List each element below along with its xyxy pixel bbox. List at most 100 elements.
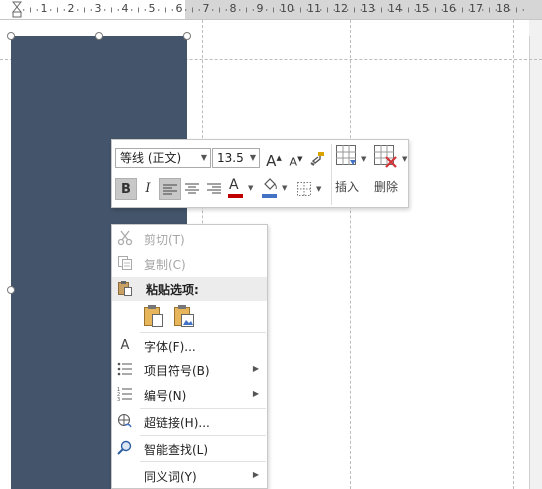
format-painter-button[interactable] [307, 147, 329, 169]
shrink-font-icon: A [289, 155, 298, 169]
ruler-number: 1 [40, 2, 48, 15]
ruler-number: 10 [280, 2, 294, 15]
resize-handle-left[interactable] [7, 286, 15, 294]
paste-picture-icon [174, 305, 194, 327]
borders-button[interactable]: ▼ [294, 178, 324, 200]
chevron-down-icon[interactable]: ▼ [250, 149, 256, 167]
ruler-number: 18 [496, 2, 510, 15]
highlight-color-button[interactable]: ▼ [260, 177, 290, 199]
resize-handle-top-left[interactable] [7, 32, 15, 40]
chevron-down-icon[interactable]: ▼ [282, 177, 287, 199]
menu-item-smart-lookup[interactable]: 智能查找(L) [112, 437, 267, 461]
ruler-number: 15 [415, 2, 429, 15]
ruler-number: 4 [121, 2, 129, 15]
vertical-guide[interactable] [513, 20, 514, 489]
menu-item-synonyms[interactable]: 同义词(Y) ▶ [112, 464, 267, 488]
menu-item-numbering-label: 编号(N) [144, 389, 187, 403]
paste-options-label: 粘贴选项: [146, 283, 199, 297]
clipboard-icon [116, 280, 134, 298]
indent-marker-icon[interactable] [12, 1, 22, 18]
scissors-icon [116, 230, 134, 248]
ruler-number: 5 [148, 2, 156, 15]
chevron-down-icon[interactable]: ▼ [248, 177, 253, 199]
menu-item-numbering[interactable]: 123 编号(N) ▶ [112, 383, 267, 407]
menu-item-font[interactable]: A 字体(F)... [112, 334, 267, 358]
menu-separator [140, 435, 266, 436]
align-right-icon [207, 183, 221, 194]
font-name-combo[interactable]: 等线 (正文) ▼ [115, 148, 211, 168]
font-color-icon: A [229, 177, 239, 193]
ruler-number: 2 [67, 2, 75, 15]
menu-item-copy[interactable]: 复制(C) [112, 252, 267, 276]
synonyms-icon [116, 467, 134, 485]
font-color-swatch [228, 194, 243, 198]
menu-item-cut[interactable]: 剪切(T) [112, 227, 267, 251]
menu-item-smart-lookup-label: 智能查找(L) [144, 443, 209, 457]
menu-item-cut-label: 剪切(T) [144, 233, 185, 247]
ruler-ticks [23, 7, 524, 13]
menu-separator [140, 461, 266, 462]
table-delete-icon [374, 145, 397, 168]
align-center-button[interactable] [181, 178, 203, 200]
chevron-down-icon[interactable]: ▼ [402, 148, 407, 170]
align-center-icon [185, 183, 199, 194]
menu-item-hyperlink-label: 超链接(H)... [144, 416, 210, 430]
align-right-button[interactable] [203, 178, 225, 200]
chevron-down-icon[interactable]: ▼ [316, 178, 321, 200]
font-name-value: 等线 (正文) [120, 151, 182, 165]
ruler-number: 9 [256, 2, 264, 15]
ruler-number: 13 [361, 2, 375, 15]
paste-keep-formatting-button[interactable] [142, 304, 166, 330]
menu-paste-options-header: 粘贴选项: [112, 277, 267, 301]
paint-bucket-icon [264, 178, 277, 190]
chevron-down-icon[interactable]: ▼ [361, 148, 366, 170]
bullets-icon [116, 361, 134, 379]
menu-item-copy-label: 复制(C) [144, 258, 186, 272]
ruler-number: 17 [469, 2, 483, 15]
ruler-number: 14 [388, 2, 402, 15]
align-left-button[interactable] [159, 178, 181, 200]
ruler-number: 3 [94, 2, 102, 15]
italic-label: I [145, 181, 151, 196]
insert-label: 插入 [335, 180, 360, 194]
shrink-font-button[interactable]: A▼ [285, 148, 307, 170]
delete-label: 删除 [374, 180, 399, 194]
format-painter-icon [310, 152, 324, 166]
menu-separator [140, 408, 266, 409]
paste-keep-formatting-icon [144, 305, 163, 327]
borders-icon [297, 182, 311, 196]
copy-icon [116, 255, 134, 273]
grow-font-icon: A [266, 152, 277, 170]
highlight-color-swatch [262, 194, 277, 198]
context-menu: 剪切(T) 复制(C) 粘贴选项: A 字体(F)... 项目符号(B) ▶ 1… [111, 224, 268, 489]
font-icon: A [120, 338, 130, 353]
toolbar-separator [331, 144, 332, 205]
bold-button[interactable]: B [115, 178, 137, 200]
slide-edge [529, 36, 530, 489]
submenu-arrow-icon: ▶ [252, 470, 259, 479]
font-color-button[interactable]: A ▼ [226, 177, 256, 199]
menu-item-bullets-label: 项目符号(B) [144, 364, 210, 378]
ruler-number: 11 [307, 2, 321, 15]
submenu-arrow-icon: ▶ [252, 364, 259, 373]
vertical-guide[interactable] [350, 20, 351, 489]
ruler-number: 6 [175, 2, 183, 15]
font-size-combo[interactable]: 13.5 ▼ [212, 148, 260, 168]
italic-button[interactable]: I [137, 178, 159, 200]
paste-as-picture-button[interactable] [172, 304, 196, 330]
menu-item-hyperlink[interactable]: 超链接(H)... [112, 410, 267, 434]
horizontal-ruler[interactable]: 1 2 3 4 5 6 7 8 9 10 11 12 13 14 15 16 17 18 [0, 0, 542, 20]
chevron-down-icon[interactable]: ▼ [201, 149, 207, 167]
grow-font-button[interactable]: A▲ [263, 147, 285, 170]
font-size-value: 13.5 [217, 151, 244, 165]
submenu-arrow-icon: ▶ [252, 389, 259, 398]
menu-item-font-label: 字体(F)... [144, 340, 196, 354]
search-icon [116, 440, 134, 458]
menu-item-bullets[interactable]: 项目符号(B) ▶ [112, 358, 267, 382]
align-left-icon [163, 184, 177, 195]
hyperlink-globe-icon [116, 413, 134, 431]
ruler-number: 8 [229, 2, 237, 15]
ruler-number: 12 [334, 2, 348, 15]
resize-handle-top-right[interactable] [183, 32, 191, 40]
resize-handle-top[interactable] [95, 32, 103, 40]
